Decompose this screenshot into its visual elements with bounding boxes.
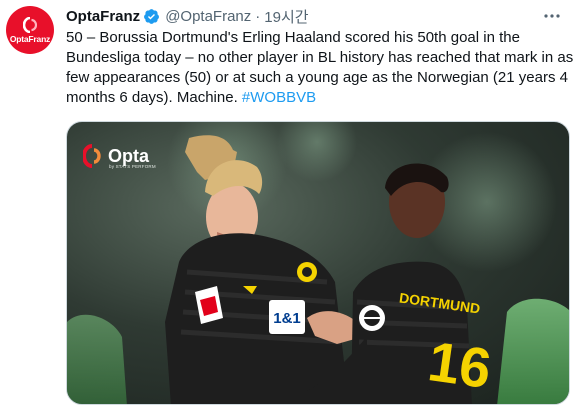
tweet-timestamp[interactable]: 19시간 <box>264 6 308 27</box>
shirt-number: 16 <box>424 329 494 400</box>
more-horizontal-icon[interactable] <box>542 6 562 26</box>
tweet-text: 50 – Borussia Dortmund's Erling Haaland … <box>66 28 574 108</box>
verified-badge-icon <box>144 8 160 24</box>
author-display-name[interactable]: OptaFranz <box>66 8 140 25</box>
opta-logo-icon <box>23 16 37 33</box>
opta-watermark-subtext: by STATS PERFORM <box>109 164 156 169</box>
sponsor-logo: 1&1 <box>273 310 301 327</box>
tweet-header: OptaFranz @OptaFranz · 19시간 <box>66 6 576 26</box>
separator-dot: · <box>255 7 261 25</box>
tweet-body: 50 – Borussia Dortmund's Erling Haaland … <box>66 29 574 106</box>
author-avatar[interactable]: OptaFranz <box>6 6 54 54</box>
tweet-photo[interactable]: 1&1 DORTMUND 16 Opta by STATS PERFORM <box>66 121 570 405</box>
avatar-label: OptaFranz <box>9 33 51 44</box>
author-handle[interactable]: @OptaFranz <box>165 8 251 25</box>
hashtag-link[interactable]: #WOBBVB <box>242 89 316 106</box>
opta-mark-icon <box>83 144 101 168</box>
opta-watermark-text: Opta <box>108 146 150 166</box>
